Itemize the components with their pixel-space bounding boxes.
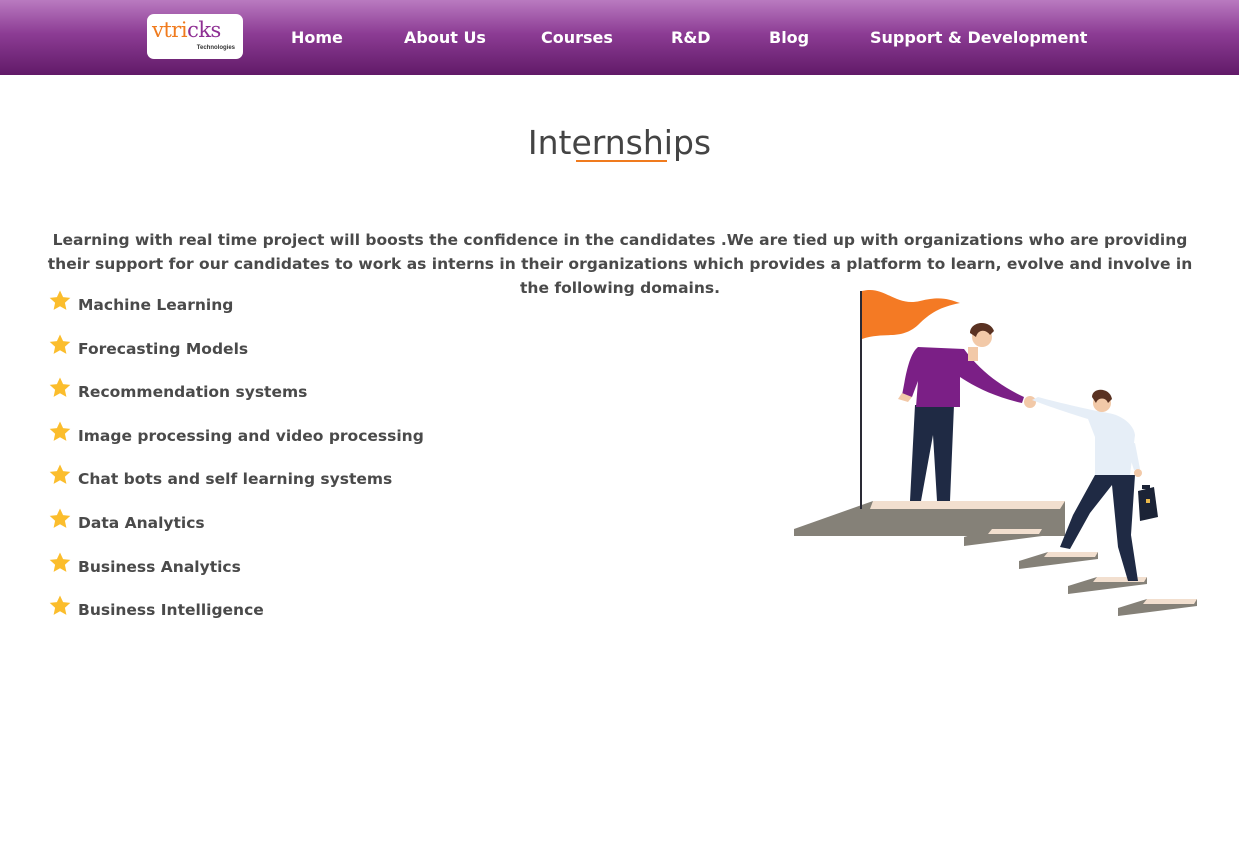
domain-label: Recommendation systems	[78, 383, 308, 402]
logo-word-part2: cks	[187, 18, 221, 42]
domain-label: Data Analytics	[78, 513, 205, 532]
star-icon	[49, 421, 71, 441]
top-navbar: vtricks Technologies Home About Us Cours…	[0, 0, 1239, 75]
domain-label: Business Intelligence	[78, 601, 264, 620]
nav-link-home[interactable]: Home	[291, 28, 343, 48]
star-icon	[49, 595, 71, 616]
page-title: Internships	[527, 123, 712, 162]
logo-wordmark: vtricks	[152, 17, 221, 43]
logo[interactable]: vtricks Technologies	[147, 14, 243, 59]
domain-label: Chat bots and self learning systems	[78, 470, 393, 489]
star-icon	[49, 552, 71, 572]
star-icon	[49, 464, 71, 485]
logo-word-part1: vtri	[152, 18, 188, 42]
title-underline	[576, 160, 667, 162]
nav-link-support-development[interactable]: Support & Development	[870, 28, 1087, 48]
star-icon	[49, 334, 71, 354]
domain-label: Forecasting Models	[78, 339, 249, 358]
star-icon	[49, 377, 71, 398]
logo-subtitle: Technologies	[196, 45, 235, 51]
star-icon	[49, 290, 71, 310]
domain-label: Business Analytics	[78, 557, 241, 576]
nav-link-courses[interactable]: Courses	[541, 28, 613, 48]
nav-link-about-us[interactable]: About Us	[404, 28, 486, 48]
nav-link-r-and-d[interactable]: R&D	[671, 28, 711, 48]
domain-label: Image processing and video processing	[78, 426, 424, 445]
mentorship-illustration	[794, 289, 1197, 616]
domain-label: Machine Learning	[78, 296, 234, 314]
nav-link-blog[interactable]: Blog	[769, 28, 809, 48]
star-icon	[49, 508, 71, 528]
